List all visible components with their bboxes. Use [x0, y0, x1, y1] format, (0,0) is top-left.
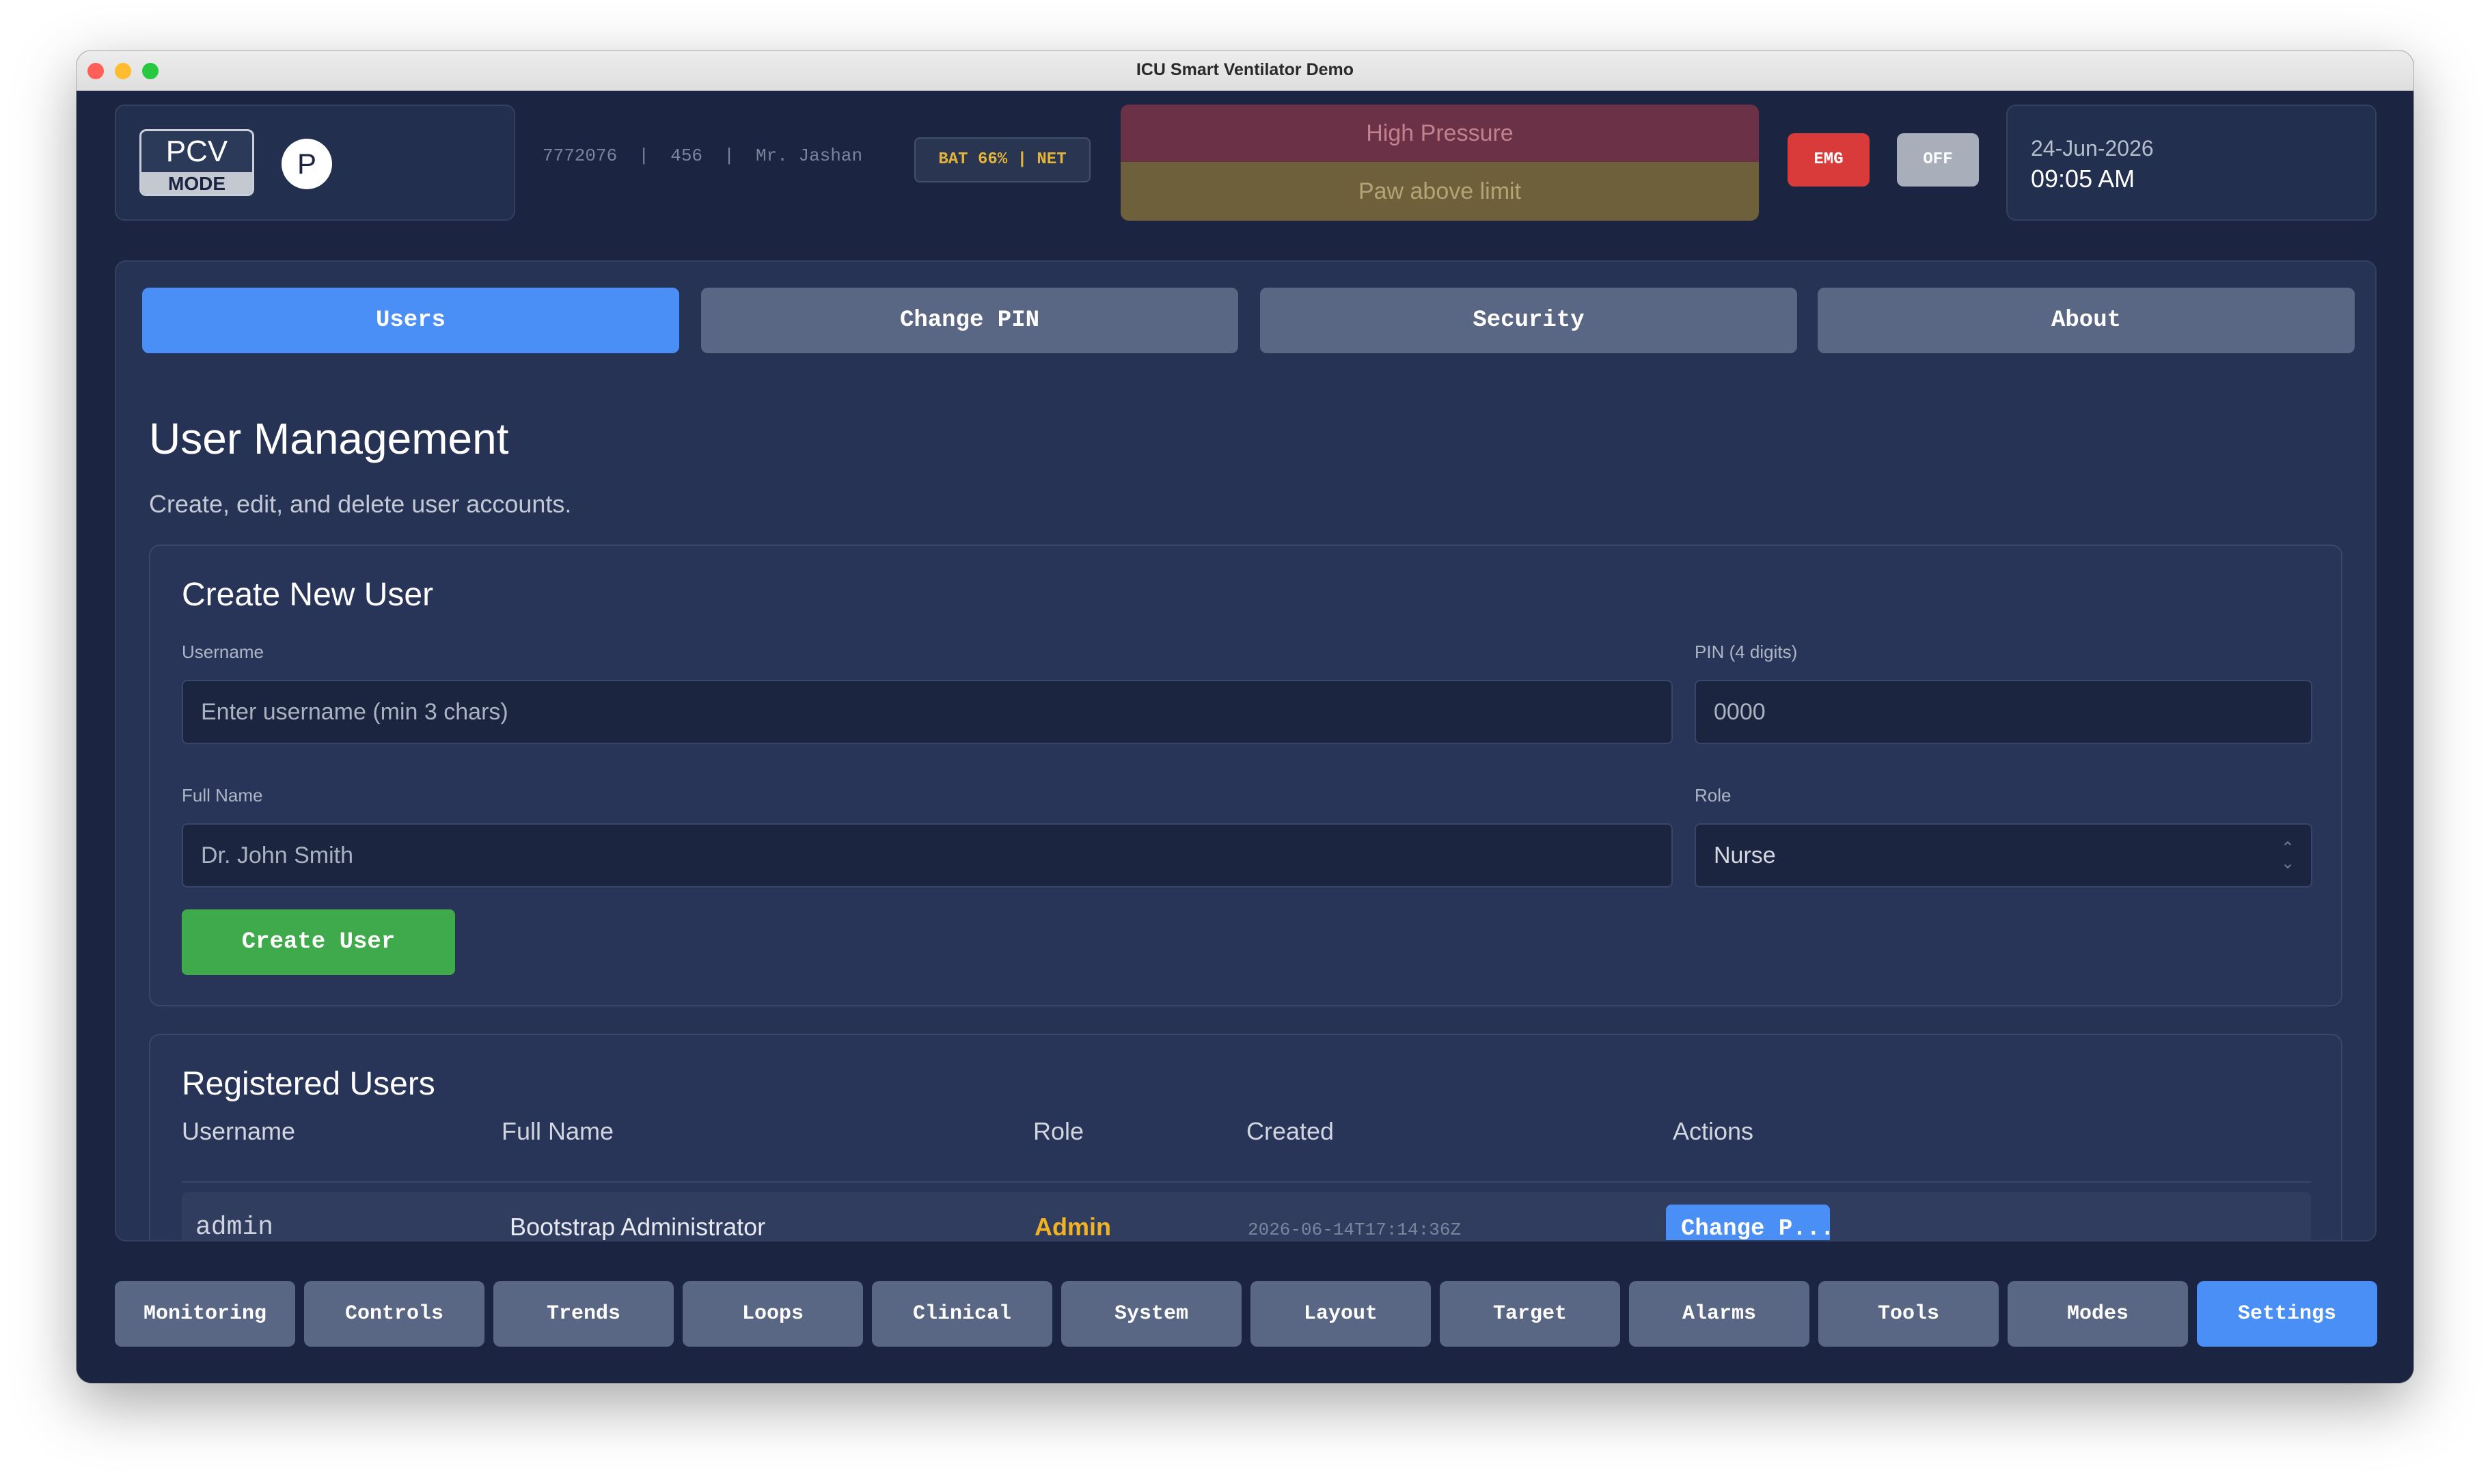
page-title: User Management — [149, 414, 509, 463]
registered-users-section: Registered Users Username Full Name Role… — [149, 1034, 2342, 1241]
select-chevron-icon: ⌃ ⌄ — [2280, 839, 2295, 872]
nav-system[interactable]: System — [1061, 1281, 1242, 1347]
full-name-label: Full Name — [182, 785, 263, 806]
nav-target[interactable]: Target — [1440, 1281, 1620, 1347]
nav-controls[interactable]: Controls — [304, 1281, 484, 1347]
row-username: admin — [195, 1213, 274, 1241]
nav-settings[interactable]: Settings — [2197, 1281, 2377, 1347]
row-created: 2026-06-14T17:14:36Z — [1248, 1220, 1462, 1240]
tab-security[interactable]: Security — [1260, 288, 1797, 353]
column-header-role: Role — [1033, 1117, 1084, 1145]
patient-info: 7772076 | 456 | Mr. Jashan — [543, 146, 863, 166]
full-name-input[interactable]: Dr. John Smith — [182, 823, 1673, 888]
nav-loops[interactable]: Loops — [683, 1281, 863, 1347]
pin-input[interactable]: 0000 — [1695, 680, 2312, 744]
column-header-full-name: Full Name — [502, 1117, 614, 1145]
nav-layout[interactable]: Layout — [1250, 1281, 1431, 1347]
nav-modes[interactable]: Modes — [2008, 1281, 2188, 1347]
role-select-value: Nurse — [1714, 842, 1776, 868]
row-role: Admin — [1035, 1213, 1111, 1241]
datetime-panel: 24-Jun-2026 09:05 AM — [2006, 105, 2377, 221]
nav-tools[interactable]: Tools — [1818, 1281, 1999, 1347]
settings-panel: Users Change PIN Security About User Man… — [115, 260, 2377, 1241]
alarm-message-primary: High Pressure — [1121, 105, 1759, 162]
mode-name: PCV — [165, 135, 228, 168]
row-full-name: Bootstrap Administrator — [510, 1213, 766, 1241]
nav-trends[interactable]: Trends — [493, 1281, 674, 1347]
table-header-divider — [182, 1181, 2311, 1183]
title-bar: ICU Smart Ventilator Demo — [77, 51, 2413, 91]
mode-badge[interactable]: PCV MODE — [139, 129, 254, 196]
off-button[interactable]: OFF — [1897, 133, 1979, 187]
alarm-panel[interactable]: High Pressure Paw above limit — [1121, 105, 1759, 221]
status-badge: BAT 66% | NET — [914, 137, 1091, 182]
username-label: Username — [182, 642, 264, 662]
tab-about[interactable]: About — [1818, 288, 2355, 353]
pin-label: PIN (4 digits) — [1695, 642, 1798, 662]
page-subtitle: Create, edit, and delete user accounts. — [149, 490, 572, 518]
column-header-actions: Actions — [1673, 1117, 1754, 1145]
table-row[interactable]: admin Bootstrap Administrator Admin 2026… — [182, 1192, 2311, 1241]
create-user-title: Create New User — [182, 577, 434, 613]
window-title: ICU Smart Ventilator Demo — [1136, 60, 1354, 79]
emergency-button[interactable]: EMG — [1788, 133, 1870, 187]
mode-panel: PCV MODE P — [115, 105, 515, 221]
alarm-message-secondary: Paw above limit — [1121, 162, 1759, 221]
tab-users[interactable]: Users — [142, 288, 679, 353]
app-content: PCV MODE P 7772076 | 456 | Mr. Jashan BA… — [77, 91, 2413, 1383]
column-header-created: Created — [1246, 1117, 1335, 1145]
patient-avatar[interactable]: P — [282, 139, 332, 189]
current-time: 09:05 AM — [2031, 165, 2135, 193]
username-input[interactable]: Enter username (min 3 chars) — [182, 680, 1673, 744]
app-window: ICU Smart Ventilator Demo PCV MODE P 777… — [77, 51, 2413, 1383]
registered-users-title: Registered Users — [182, 1066, 435, 1102]
create-user-button[interactable]: Create User — [182, 909, 455, 975]
role-select[interactable]: Nurse ⌃ ⌄ — [1695, 823, 2312, 888]
column-header-username: Username — [182, 1117, 296, 1145]
nav-monitoring[interactable]: Monitoring — [115, 1281, 295, 1347]
mode-label: MODE — [141, 172, 252, 194]
create-user-section: Create New User Username Enter username … — [149, 545, 2342, 1006]
current-date: 24-Jun-2026 — [2031, 136, 2154, 161]
change-pin-button[interactable]: Change P... — [1666, 1205, 1830, 1240]
nav-alarms[interactable]: Alarms — [1629, 1281, 1809, 1347]
tab-change-pin[interactable]: Change PIN — [701, 288, 1238, 353]
nav-clinical[interactable]: Clinical — [872, 1281, 1052, 1347]
role-label: Role — [1695, 785, 1732, 806]
